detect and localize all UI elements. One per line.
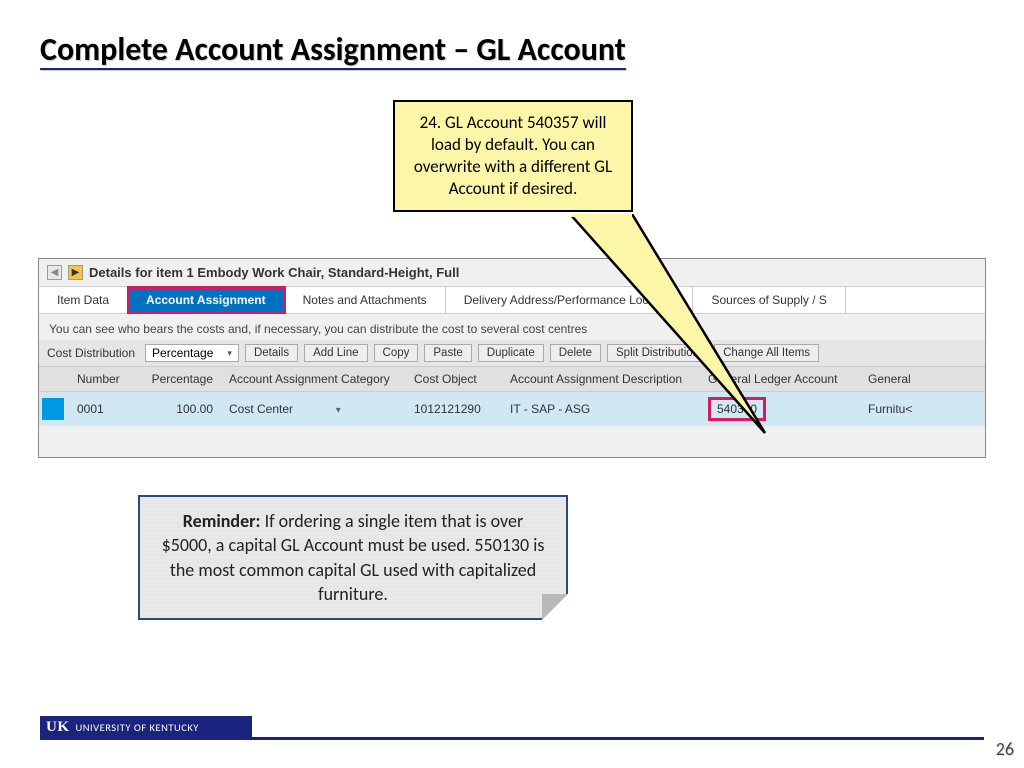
copy-button[interactable]: Copy <box>374 344 419 362</box>
table-row[interactable]: 0001 100.00 Cost Center 1012121290 IT - … <box>39 392 985 426</box>
uk-logo: UK UNIVERSITY OF KENTUCKY <box>40 716 252 738</box>
page-curl-icon <box>542 594 568 620</box>
prev-item-icon[interactable]: ◀ <box>47 265 62 280</box>
duplicate-button[interactable]: Duplicate <box>478 344 544 362</box>
general-value: Furnitu< <box>860 397 985 421</box>
cost-distribution-select[interactable]: Percentage <box>145 344 239 362</box>
cost-object-value[interactable]: 1012121290 <box>406 397 502 421</box>
col-general: General <box>860 367 985 391</box>
page-number: 26 <box>996 738 1014 760</box>
col-number: Number <box>69 367 133 391</box>
item-header-text: Details for item 1 Embody Work Chair, St… <box>89 265 459 280</box>
cost-distribution-label: Cost Distribution <box>47 346 135 360</box>
col-cost-object: Cost Object <box>406 367 502 391</box>
col-category: Account Assignment Category <box>221 367 406 391</box>
uk-logo-text: UNIVERSITY OF KENTUCKY <box>76 721 199 734</box>
footer-rule: UK UNIVERSITY OF KENTUCKY <box>40 737 984 740</box>
toolbar: Cost Distribution Percentage Details Add… <box>39 340 985 366</box>
sap-header: ◀ ▶ Details for item 1 Embody Work Chair… <box>39 259 985 286</box>
number-value[interactable]: 0001 <box>69 397 133 421</box>
reminder-box: Reminder: If ordering a single item that… <box>138 495 568 620</box>
tab-notes-attachments[interactable]: Notes and Attachments <box>285 287 446 313</box>
paste-button[interactable]: Paste <box>424 344 471 362</box>
grid-header: Number Percentage Account Assignment Cat… <box>39 366 985 392</box>
sap-detail-panel: ◀ ▶ Details for item 1 Embody Work Chair… <box>38 258 986 458</box>
row-select-icon[interactable] <box>42 398 64 420</box>
callout-box: 24. GL Account 540357 will load by defau… <box>393 100 633 212</box>
slide-title: Complete Account Assignment – GL Account <box>40 30 626 69</box>
tab-row: Item Data Account Assignment Notes and A… <box>39 286 985 314</box>
add-line-button[interactable]: Add Line <box>304 344 367 362</box>
percentage-value: 100.00 <box>133 397 221 421</box>
col-percentage: Percentage <box>133 367 221 391</box>
tab-item-data[interactable]: Item Data <box>39 287 128 313</box>
category-select[interactable]: Cost Center <box>221 397 406 421</box>
details-button[interactable]: Details <box>245 344 298 362</box>
reminder-label: Reminder: <box>183 510 261 532</box>
tab-account-assignment[interactable]: Account Assignment <box>128 287 285 313</box>
next-item-icon[interactable]: ▶ <box>68 265 83 280</box>
help-text: You can see who bears the costs and, if … <box>39 314 985 340</box>
uk-logo-mark: UK <box>46 719 70 736</box>
